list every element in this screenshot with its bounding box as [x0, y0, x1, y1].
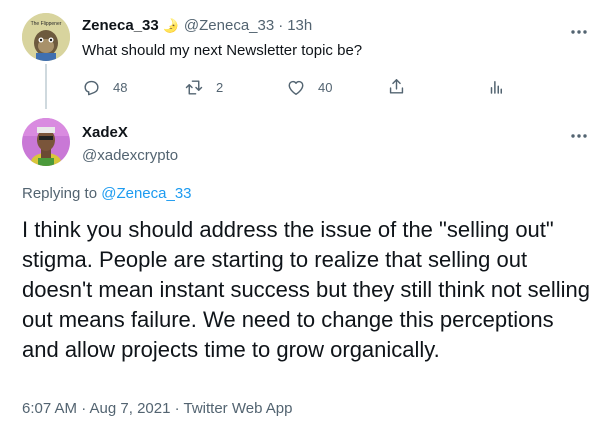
parent-display-name[interactable]: Zeneca_33: [82, 17, 159, 34]
more-icon[interactable]: [570, 22, 588, 39]
like-button[interactable]: 40: [286, 78, 332, 97]
retweet-count: 2: [216, 80, 224, 95]
replying-to-handle[interactable]: @Zeneca_33: [101, 185, 191, 202]
reply-button[interactable]: 48: [82, 78, 127, 97]
retweet-icon: [184, 78, 204, 97]
reply-tweet-text: I think you should address the issue of …: [22, 217, 590, 362]
reply-display-name[interactable]: XadeX: [82, 124, 178, 141]
replying-to-label: Replying to: [22, 185, 98, 202]
reply-handle[interactable]: @xadexcrypto: [82, 147, 178, 164]
separator-dot: ·: [278, 17, 284, 34]
parent-time[interactable]: 13h: [287, 17, 312, 34]
more-icon[interactable]: [570, 126, 588, 143]
like-count: 40: [318, 80, 333, 95]
reply-icon: [82, 78, 101, 97]
thread-connector-line: [45, 64, 47, 109]
xadex-avatar[interactable]: [22, 118, 70, 166]
name-emoji: 🌛: [162, 17, 179, 33]
parent-handle[interactable]: @Zeneca_33: [184, 17, 274, 34]
replying-to-line: Replying to @Zeneca_33: [22, 185, 192, 202]
share-icon: [387, 77, 406, 96]
avatar-caption: The Flippener: [31, 21, 62, 27]
reply-count: 48: [113, 80, 128, 95]
reply-timestamp[interactable]: 6:07 AM · Aug 7, 2021 · Twitter Web App: [22, 400, 292, 417]
analytics-button[interactable]: [487, 78, 505, 96]
parent-tweet-header: Zeneca_33 🌛 @Zeneca_33 · 13h: [82, 17, 312, 34]
analytics-icon: [487, 78, 505, 96]
zeneca-avatar[interactable]: The Flippener: [22, 13, 70, 61]
like-icon: [286, 78, 306, 97]
retweet-button[interactable]: 2: [184, 78, 223, 97]
reply-author-block: XadeX @xadexcrypto: [82, 124, 178, 164]
share-button[interactable]: [387, 77, 406, 96]
parent-tweet-text: What should my next Newsletter topic be?: [82, 42, 363, 59]
